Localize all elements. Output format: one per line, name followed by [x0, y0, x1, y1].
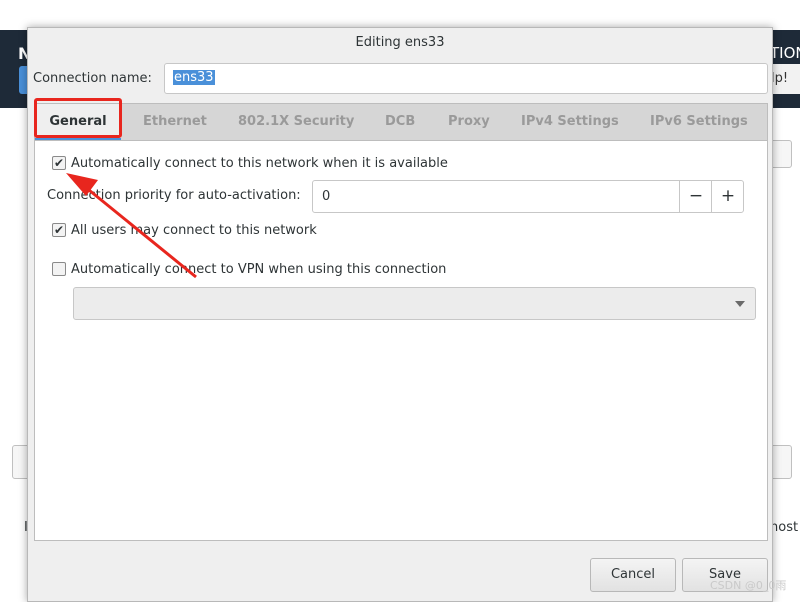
watermark: CSDN @0_0雨: [710, 579, 787, 592]
annotation-arrow: [66, 173, 197, 279]
annotation-arrow-shaft: [83, 184, 197, 279]
